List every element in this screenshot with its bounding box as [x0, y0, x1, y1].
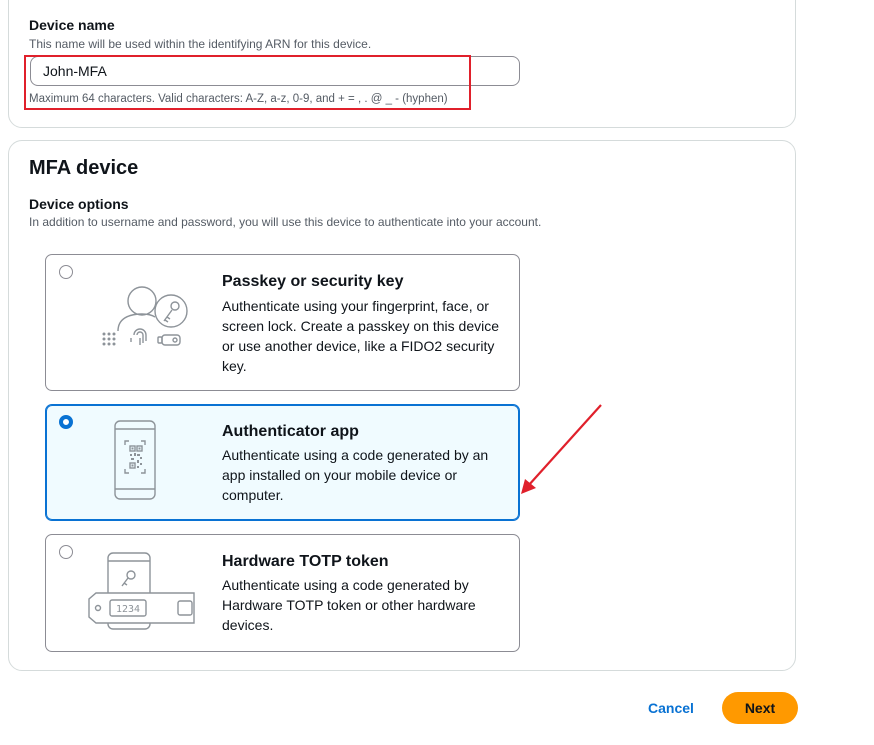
radio-hardware-totp[interactable] [59, 545, 73, 559]
option-title-hardware-totp: Hardware TOTP token [222, 553, 389, 570]
device-name-panel: Device name This name will be used withi… [8, 0, 796, 128]
section-title: MFA device [29, 157, 139, 179]
device-name-input[interactable] [30, 56, 520, 86]
option-description-authenticator-app: Authenticate using a code generated by a… [222, 447, 489, 503]
device-name-description: This name will be used within the identi… [29, 37, 372, 51]
option-card-authenticator-app[interactable]: Authenticator app Authenticate using a c… [45, 404, 520, 521]
device-name-constraint: Maximum 64 characters. Valid characters:… [29, 93, 448, 105]
passkey-icon [102, 286, 188, 346]
radio-authenticator-app[interactable] [59, 415, 73, 429]
device-options-description: In addition to username and password, yo… [29, 215, 542, 229]
mfa-device-panel: MFA device Device options In addition to… [8, 140, 796, 671]
authenticator-app-icon [114, 420, 156, 500]
next-button[interactable]: Next [722, 692, 798, 724]
device-name-label: Device name [29, 17, 115, 33]
token-display-text: 1234 [116, 604, 140, 615]
option-card-passkey[interactable]: Passkey or security key Authenticate usi… [45, 254, 520, 391]
radio-passkey[interactable] [59, 265, 73, 279]
hardware-token-icon: 1234 [88, 552, 195, 630]
option-description-passkey: Authenticate using your fingerprint, fac… [222, 298, 500, 374]
option-title-authenticator-app: Authenticator app [222, 423, 359, 440]
option-card-hardware-totp[interactable]: 1234 Hardware TOTP token Authenticate us… [45, 534, 520, 652]
cancel-button[interactable]: Cancel [648, 700, 694, 716]
device-options-label: Device options [29, 196, 129, 212]
option-title-passkey: Passkey or security key [222, 273, 404, 290]
option-description-hardware-totp: Authenticate using a code generated by H… [222, 577, 476, 633]
